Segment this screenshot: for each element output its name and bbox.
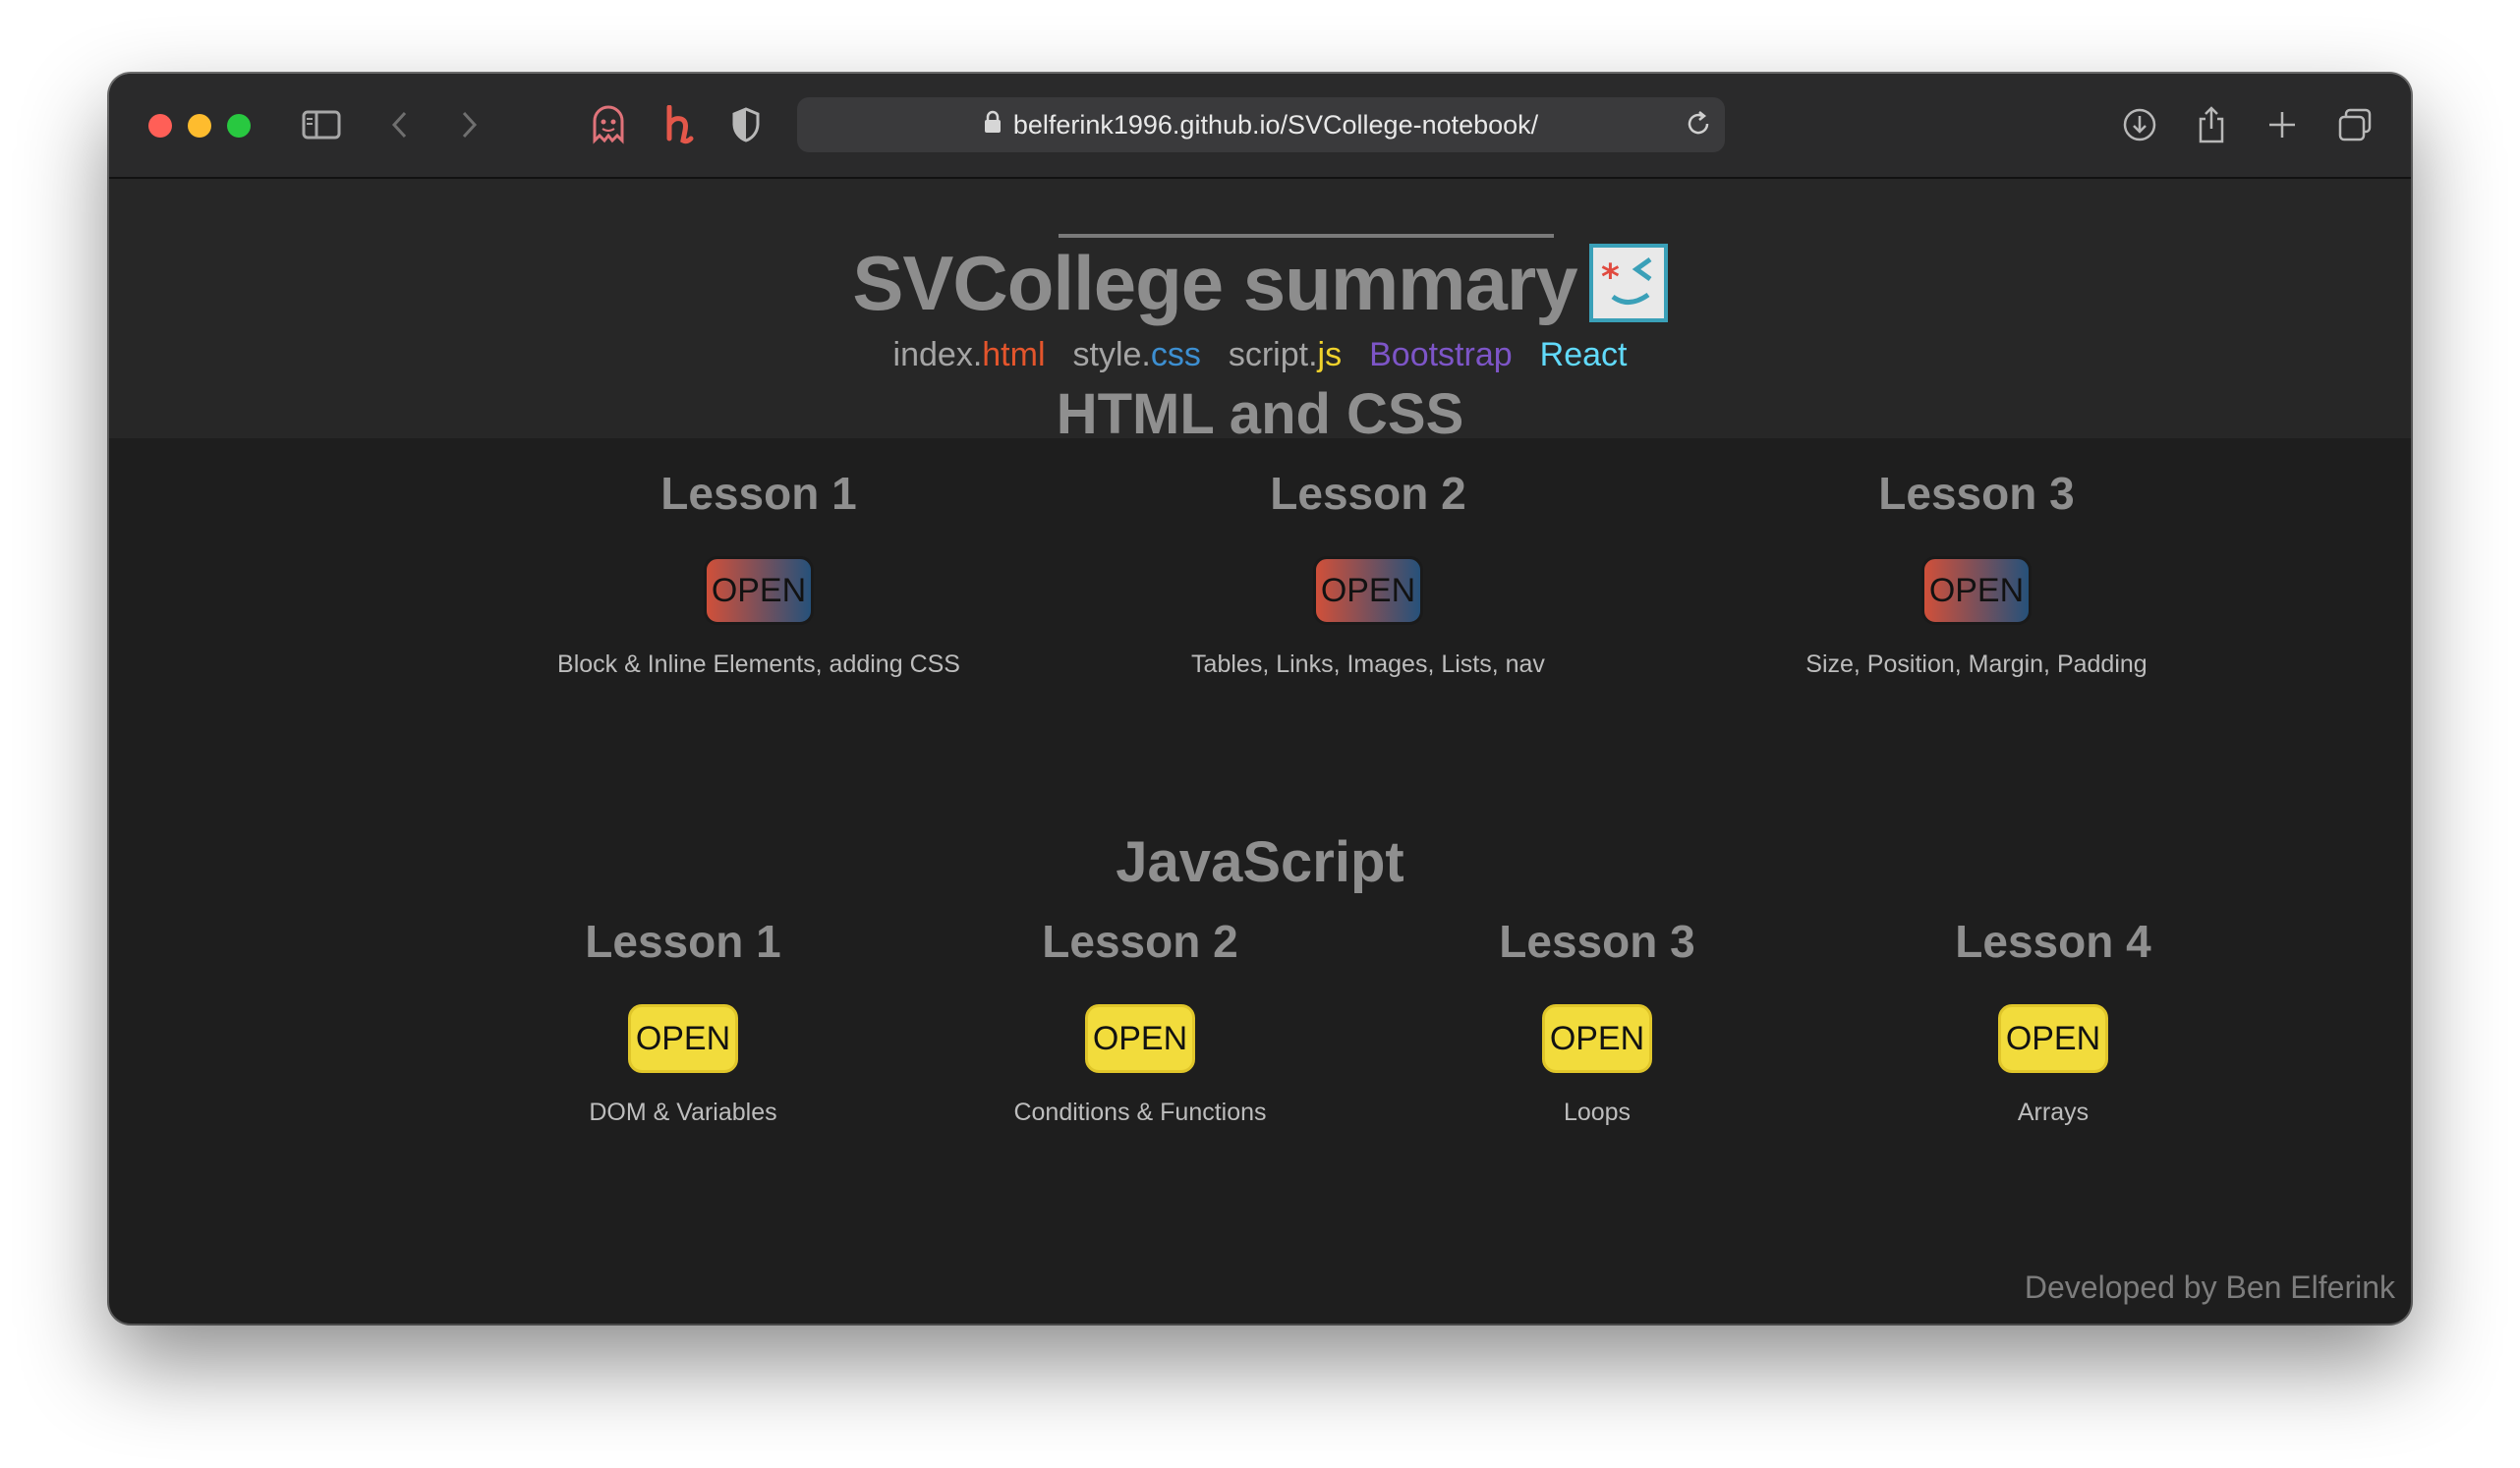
footer-credit: Developed by Ben Elferink (2024, 1270, 2395, 1305)
privacy-shield-icon[interactable] (724, 103, 768, 146)
lesson-title: Lesson 2 (1042, 916, 1238, 967)
lesson-title: Lesson 1 (585, 916, 781, 967)
lesson-title: Lesson 1 (660, 468, 857, 519)
lesson-description: Block & Inline Elements, adding CSS (557, 650, 960, 678)
lesson-description: DOM & Variables (589, 1099, 777, 1126)
page-title: SVCollege summary (852, 240, 1577, 326)
lesson-title: Lesson 3 (1499, 916, 1695, 967)
lesson-description: Arrays (2017, 1099, 2090, 1126)
browser-window: belferink1996.github.io/SVCollege-notebo… (109, 74, 2411, 1324)
lesson-card-js-2: Lesson 2 OPEN Conditions & Functions (894, 912, 1386, 1127)
lesson-description: Conditions & Functions (1013, 1099, 1267, 1126)
lesson-card-js-3: Lesson 3 OPEN Loops (1351, 912, 1843, 1127)
lesson-title: Lesson 4 (1955, 916, 2151, 967)
lock-icon (984, 110, 1002, 141)
forward-icon[interactable] (447, 103, 490, 146)
reload-icon[interactable] (1684, 109, 1713, 143)
share-icon[interactable] (2190, 103, 2233, 146)
lesson-description: Size, Position, Margin, Padding (1805, 650, 2148, 678)
nav-link-html[interactable]: index.html (893, 336, 1046, 381)
open-lesson-button[interactable]: OPEN (1313, 556, 1423, 625)
lesson-card-js-4: Lesson 4 OPEN Arrays (1807, 912, 2299, 1127)
new-tab-icon[interactable] (2261, 103, 2304, 146)
nav-link-bootstrap[interactable]: Bootstrap (1369, 336, 1513, 381)
browser-toolbar: belferink1996.github.io/SVCollege-notebo… (109, 74, 2411, 179)
nav-link-js[interactable]: script.js (1229, 336, 1342, 381)
url-text: belferink1996.github.io/SVCollege-notebo… (1012, 109, 1539, 140)
tab-overview-icon[interactable] (2333, 103, 2377, 146)
title-overline (1059, 234, 1554, 238)
open-lesson-button[interactable]: OPEN (1542, 1004, 1652, 1073)
svg-text:*: * (1601, 257, 1620, 298)
lesson-card-html-3: Lesson 3 OPEN Size, Position, Margin, Pa… (1731, 464, 2222, 679)
open-lesson-button[interactable]: OPEN (628, 1004, 738, 1073)
maximize-window-button[interactable] (227, 114, 251, 138)
winking-face-logo-icon: * (1588, 244, 1668, 322)
lesson-title: Lesson 3 (1878, 468, 2075, 519)
lesson-description: Loops (1563, 1099, 1632, 1126)
honey-extension-icon[interactable] (656, 103, 699, 146)
lesson-card-html-1: Lesson 1 OPEN Block & Inline Elements, a… (513, 464, 1004, 679)
back-icon[interactable] (378, 103, 422, 146)
section-title-javascript: JavaScript (1116, 830, 1404, 894)
lesson-card-js-1: Lesson 1 OPEN DOM & Variables (437, 912, 929, 1127)
close-window-button[interactable] (148, 114, 172, 138)
open-lesson-button[interactable]: OPEN (1921, 556, 2032, 625)
lesson-description: Tables, Links, Images, Lists, nav (1191, 650, 1545, 678)
download-icon[interactable] (2118, 103, 2161, 146)
nav-link-react[interactable]: React (1540, 336, 1628, 381)
lesson-title: Lesson 2 (1270, 468, 1466, 519)
open-lesson-button[interactable]: OPEN (704, 556, 814, 625)
ghost-extension-icon[interactable] (587, 103, 630, 146)
nav-link-css[interactable]: style.css (1073, 336, 1201, 381)
lesson-card-html-2: Lesson 2 OPEN Tables, Links, Images, Lis… (1122, 464, 1614, 679)
open-lesson-button[interactable]: OPEN (1085, 1004, 1195, 1073)
open-lesson-button[interactable]: OPEN (1998, 1004, 2108, 1073)
section-title-html-css: HTML and CSS (1056, 382, 1464, 446)
minimize-window-button[interactable] (188, 114, 211, 138)
page-content: SVCollege summary * index.html style.css… (109, 179, 2411, 1324)
address-bar[interactable]: belferink1996.github.io/SVCollege-notebo… (797, 97, 1725, 152)
sidebar-icon[interactable] (300, 103, 343, 146)
tech-nav: index.html style.css script.js Bootstrap… (109, 336, 2411, 381)
